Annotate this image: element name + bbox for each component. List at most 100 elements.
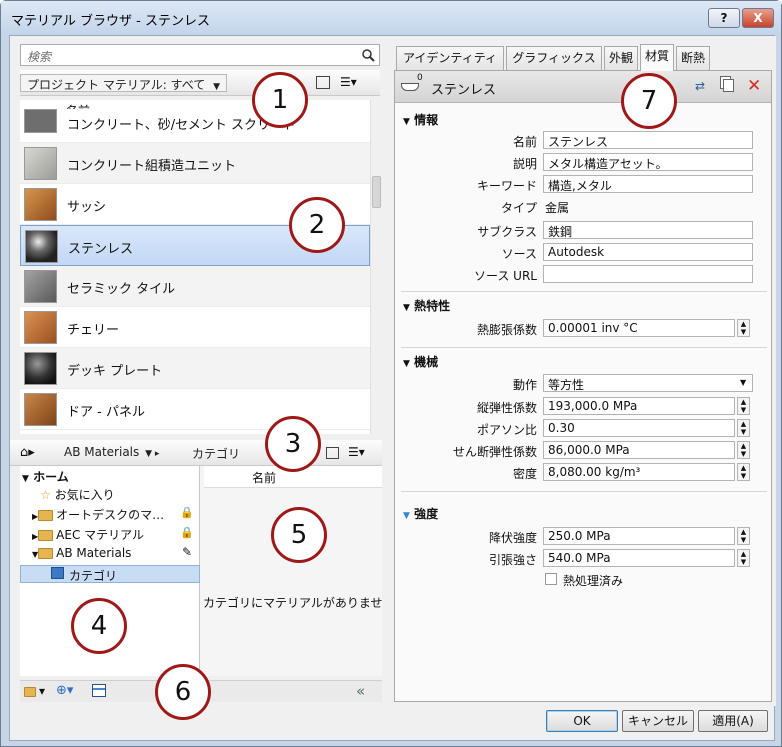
close-button[interactable]: X xyxy=(742,8,774,28)
list-item[interactable]: ドア - パネル xyxy=(20,389,370,430)
section-thermal[interactable]: ▼ 熱特性 xyxy=(403,297,450,314)
spinner-icon[interactable]: ▲ ▼ xyxy=(737,549,750,567)
cancel-button[interactable]: キャンセル xyxy=(622,710,694,732)
folder-icon xyxy=(38,510,54,521)
tab-thermal[interactable]: 断熱 xyxy=(676,46,710,70)
tab-appearance[interactable]: 外観 xyxy=(604,46,638,70)
thermal-expansion-field[interactable]: 0.00001 inv °C xyxy=(543,319,735,337)
spinner-icon[interactable]: ▲ ▼ xyxy=(737,319,750,337)
description-field[interactable]: メタル構造アセット。 xyxy=(543,153,753,171)
search-input[interactable]: 検索 xyxy=(20,44,380,66)
material-label: デッキ プレート xyxy=(67,364,163,379)
help-button[interactable]: ? xyxy=(708,8,740,28)
callout-2: 2 xyxy=(289,197,345,253)
section-mechanical[interactable]: ▼ 機械 xyxy=(403,353,438,370)
name-field[interactable]: ステンレス xyxy=(543,131,753,149)
section-strength[interactable]: ▼ 強度 xyxy=(403,505,438,522)
replace-asset-icon[interactable]: ⇄ xyxy=(695,79,705,93)
tab-graphics[interactable]: グラフィックス xyxy=(506,46,602,70)
folder-icon xyxy=(38,548,54,559)
category-content: 名前 カテゴリにマテリアルがありませ xyxy=(200,466,383,676)
material-thumbnail xyxy=(25,230,58,263)
list-item[interactable]: コンクリート、砂/セメント スクリード xyxy=(20,109,370,143)
create-material-icon[interactable]: ⊕▾ xyxy=(56,683,73,698)
behavior-select[interactable]: 等方性 ▼ xyxy=(543,374,753,392)
breadcrumb-library[interactable]: AB Materials ▼ ▸ xyxy=(58,444,165,462)
library-toolbar: ⌂▸ AB Materials ▼ ▸ カテゴリ ☰▾ xyxy=(10,440,382,466)
spinner-icon[interactable]: ▲ ▼ xyxy=(737,397,750,415)
list-options-icon[interactable]: ☰▾ xyxy=(340,75,357,89)
shear-modulus-field[interactable]: 86,000.0 MPa xyxy=(543,441,735,459)
asset-header: 0 ステンレス ⇄ ✕ xyxy=(395,71,771,103)
poisson-ratio-field[interactable]: 0.30 xyxy=(543,419,735,437)
material-thumbnail xyxy=(24,270,57,303)
subclass-field[interactable]: 鉄鋼 xyxy=(543,221,753,239)
project-material-list: 名前 コンクリート、砂/セメント スクリード コンクリート組積造ユニット サッシ… xyxy=(20,100,370,434)
material-label: サッシ xyxy=(67,200,107,215)
apply-button[interactable]: 適用(A) xyxy=(698,710,768,732)
tab-identity[interactable]: アイデンティティ xyxy=(396,46,504,70)
tree-item-category-selected[interactable]: カテゴリ xyxy=(20,565,200,583)
spinner-icon[interactable]: ▲ ▼ xyxy=(737,527,750,545)
list-item[interactable]: チェリー xyxy=(20,307,370,348)
empty-message: カテゴリにマテリアルがありませ xyxy=(203,596,383,610)
content-header-name: 名前 xyxy=(252,471,277,485)
field-label: 名前 xyxy=(512,135,537,149)
tree-item-aec[interactable]: ▶ AEC マテリアル xyxy=(32,526,144,544)
source-field[interactable]: Autodesk xyxy=(543,243,753,261)
asset-name: ステンレス xyxy=(431,83,497,98)
tab-physical[interactable]: 材質 xyxy=(640,44,674,71)
yield-strength-field[interactable]: 250.0 MPa xyxy=(543,527,735,545)
view-toggle-icon[interactable] xyxy=(316,76,330,89)
collapse-triangle-icon: ▼ xyxy=(403,117,410,127)
tree-item-home[interactable]: ▼ ホーム xyxy=(22,468,69,486)
asset-editor-icon[interactable] xyxy=(92,684,106,697)
collapse-triangle-icon: ▼ xyxy=(403,511,410,521)
keywords-field[interactable]: 構造,メタル xyxy=(543,175,753,193)
list-item[interactable]: コンクリート組積造ユニット xyxy=(20,143,370,184)
youngs-modulus-field[interactable]: 193,000.0 MPa xyxy=(543,397,735,415)
pencil-icon[interactable]: ✎ xyxy=(182,545,192,559)
tree-item-ab-materials[interactable]: ▼ AB Materials xyxy=(32,546,131,564)
list-options-icon[interactable]: ☰▾ xyxy=(348,445,365,459)
project-filter-label: プロジェクト マテリアル: すべて xyxy=(27,78,206,92)
heat-treated-checkbox[interactable] xyxy=(545,573,557,585)
callout-4: 4 xyxy=(71,598,127,654)
collapse-library-icon[interactable]: « xyxy=(356,682,365,700)
ok-button[interactable]: OK xyxy=(546,710,618,732)
section-info[interactable]: ▼ 情報 xyxy=(403,111,438,128)
project-filter-dropdown[interactable]: プロジェクト マテリアル: すべて ▼ xyxy=(20,74,227,92)
callout-7: 7 xyxy=(621,73,677,129)
spinner-icon[interactable]: ▲ ▼ xyxy=(737,441,750,459)
material-label: コンクリート組積造ユニット xyxy=(67,159,237,174)
list-item[interactable]: デッキ プレート xyxy=(20,348,370,389)
tensile-strength-field[interactable]: 540.0 MPa xyxy=(543,549,735,567)
spinner-icon[interactable]: ▲ ▼ xyxy=(737,419,750,437)
window-title: マテリアル ブラウザ - ステンレス xyxy=(11,14,210,29)
tree-label: AEC マテリアル xyxy=(56,528,145,542)
tree-label: オートデスクのマ… xyxy=(56,508,165,522)
breadcrumb-category[interactable]: カテゴリ xyxy=(186,444,246,462)
field-label: 密度 xyxy=(512,467,537,481)
breadcrumb-library-label: AB Materials xyxy=(64,445,140,459)
list-item[interactable]: セラミック タイル xyxy=(20,266,370,307)
list-scrollbar[interactable] xyxy=(370,100,382,434)
section-title: 情報 xyxy=(414,113,439,127)
view-toggle-icon[interactable] xyxy=(326,447,339,459)
tree-label: AB Materials xyxy=(56,546,132,560)
field-label: 説明 xyxy=(512,157,537,171)
tree-item-autodesk[interactable]: ▶ オートデスクのマ… xyxy=(32,506,164,524)
spinner-icon[interactable]: ▲ ▼ xyxy=(737,463,750,481)
scrollbar-thumb[interactable] xyxy=(372,176,381,208)
remove-asset-icon[interactable]: ✕ xyxy=(747,76,761,96)
category-icon xyxy=(51,567,64,579)
tree-item-favorites[interactable]: ☆ お気に入り xyxy=(40,486,115,504)
section-title: 強度 xyxy=(414,507,439,521)
search-icon[interactable] xyxy=(361,48,375,62)
density-field[interactable]: 8,080.00 kg/m³ xyxy=(543,463,735,481)
duplicate-asset-icon[interactable] xyxy=(723,79,734,92)
material-label: セラミック タイル xyxy=(67,282,176,297)
library-menu-icon[interactable]: ▾ xyxy=(24,684,45,698)
source-url-field[interactable] xyxy=(543,265,753,283)
home-icon[interactable]: ⌂▸ xyxy=(20,445,35,460)
